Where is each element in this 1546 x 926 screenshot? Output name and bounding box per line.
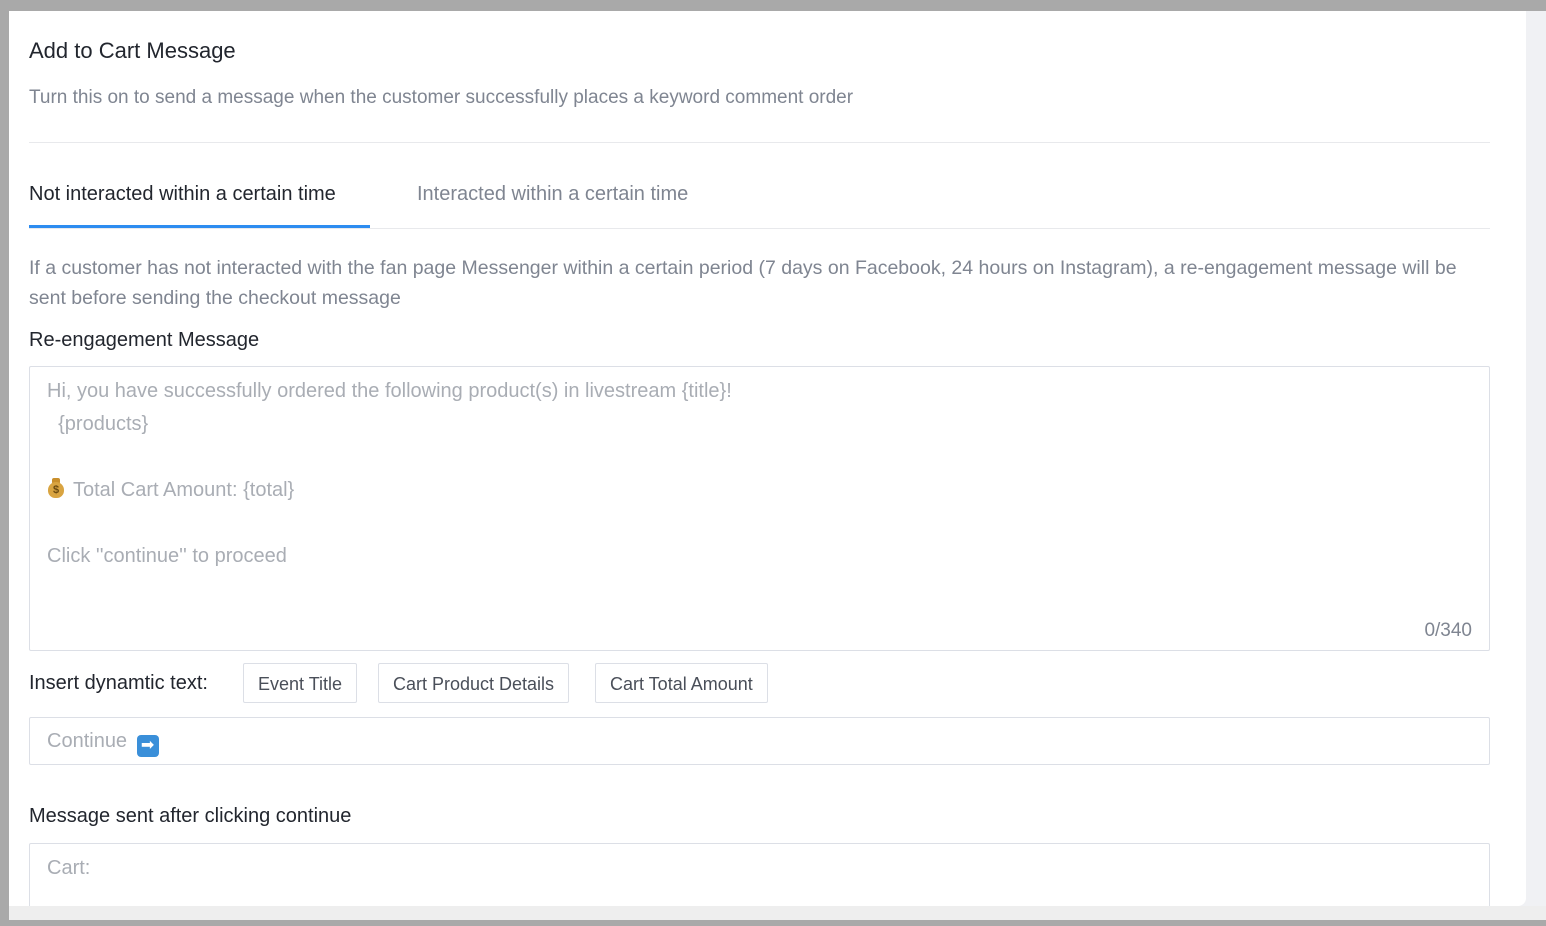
tab-interacted[interactable]: Interacted within a certain time xyxy=(417,175,688,213)
continue-button-input[interactable]: Continue ➡ xyxy=(29,717,1490,765)
right-arrow-icon: ➡ xyxy=(136,735,159,757)
continue-placeholder: Continue ➡ xyxy=(47,718,159,764)
bottom-strip xyxy=(9,906,1546,920)
money-bag-icon: $ xyxy=(47,477,65,499)
placeholder-line: Click ''continue'' to proceed xyxy=(47,545,287,567)
info-text: If a customer has not interacted with th… xyxy=(29,257,1457,309)
placeholder-line: Total Cart Amount: {total} xyxy=(73,479,295,501)
character-counter: 0/340 xyxy=(1424,620,1472,641)
after-continue-textarea[interactable]: Cart: xyxy=(29,843,1490,906)
placeholder-line: Hi, you have successfully ordered the fo… xyxy=(47,380,732,402)
divider xyxy=(29,142,1490,143)
insert-dynamic-label: Insert dynamtic text: xyxy=(29,672,208,694)
settings-card: Add to Cart Message Turn this on to send… xyxy=(9,11,1526,906)
event-title-button[interactable]: Event Title xyxy=(243,663,358,703)
cart-total-amount-button[interactable]: Cart Total Amount xyxy=(595,663,768,703)
after-continue-placeholder: Cart: xyxy=(47,857,91,879)
after-continue-label: Message sent after clicking continue xyxy=(29,805,352,827)
reengagement-placeholder: Hi, you have successfully ordered the fo… xyxy=(47,375,732,573)
placeholder-line: {products} xyxy=(47,413,149,435)
continue-placeholder-text: Continue xyxy=(47,730,128,752)
page-title: Add to Cart Message xyxy=(29,38,236,63)
reengagement-label: Re-engagement Message xyxy=(29,329,260,351)
reengagement-textarea[interactable]: Hi, you have successfully ordered the fo… xyxy=(29,366,1490,651)
tab-active-indicator xyxy=(29,225,370,228)
tab-not-interacted[interactable]: Not interacted within a certain time xyxy=(29,175,336,213)
page-subtitle: Turn this on to send a message when the … xyxy=(29,87,854,108)
cart-product-details-button[interactable]: Cart Product Details xyxy=(378,663,570,703)
tab-bar: Not interacted within a certain time Int… xyxy=(29,175,1490,229)
